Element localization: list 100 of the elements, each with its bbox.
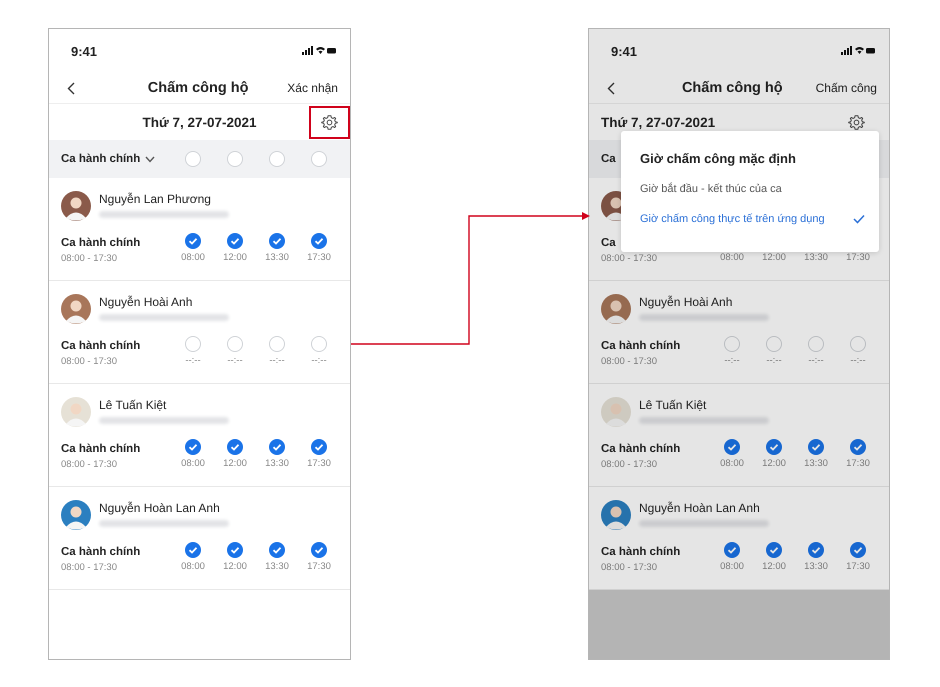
shift-hours: 08:00 - 17:30 xyxy=(601,356,658,367)
shift-name: Ca hành chính xyxy=(601,340,680,352)
check-time: 17:30 xyxy=(846,458,870,469)
settings-icon xyxy=(848,114,865,130)
avatar xyxy=(61,191,91,221)
shift-hours: 08:00 - 17:30 xyxy=(601,253,657,264)
check-time: 12:00 xyxy=(223,252,247,263)
check-checkbox[interactable] xyxy=(850,542,866,558)
check-checkbox[interactable] xyxy=(850,336,866,352)
check-checkbox[interactable] xyxy=(808,542,824,558)
check-time: 08:00 xyxy=(720,252,744,263)
check-checkbox[interactable] xyxy=(311,542,327,558)
check-checkbox[interactable] xyxy=(185,439,201,455)
menu-option[interactable]: Giờ bắt đầu - kết thúc của ca xyxy=(640,178,865,200)
menu-option[interactable]: Giờ chấm công thực tế trên ứng dụng xyxy=(640,208,865,230)
status-icons xyxy=(841,46,875,56)
shift-hours: 08:00 - 17:30 xyxy=(61,562,118,573)
check-checkbox[interactable] xyxy=(311,439,327,455)
status-icons xyxy=(302,46,336,56)
check-checkbox[interactable] xyxy=(185,542,201,558)
check-checkbox[interactable] xyxy=(724,542,740,558)
check-time: 08:00 xyxy=(720,458,744,469)
avatar xyxy=(61,397,91,427)
shift-name: Ca hành chính xyxy=(601,546,680,558)
shift-hours: 08:00 - 17:30 xyxy=(601,562,658,573)
action-button[interactable]: Chấm công xyxy=(816,81,877,95)
avatar xyxy=(61,500,91,530)
employee-name: Nguyễn Hoàn Lan Anh xyxy=(639,501,761,515)
employee-name: Nguyễn Hoài Anh xyxy=(639,295,734,309)
check-time: 08:00 xyxy=(720,561,744,572)
check-checkbox[interactable] xyxy=(766,439,782,455)
check-time: --:-- xyxy=(766,355,782,366)
settings-button[interactable] xyxy=(309,106,350,138)
check-checkbox[interactable] xyxy=(269,542,285,558)
action-button[interactable]: Xác nhận xyxy=(287,81,338,95)
avatar xyxy=(601,294,631,324)
check-checkbox[interactable] xyxy=(766,336,782,352)
check-time: 12:00 xyxy=(762,458,786,469)
check-time: --:-- xyxy=(311,355,327,366)
check-checkbox[interactable] xyxy=(850,439,866,455)
shift-name: Ca xyxy=(601,237,617,249)
check-checkbox[interactable] xyxy=(724,439,740,455)
check-time: --:-- xyxy=(808,355,824,366)
check-time: 17:30 xyxy=(846,561,870,572)
check-checkbox[interactable] xyxy=(808,336,824,352)
check-time: 13:30 xyxy=(804,561,828,572)
check-time: 13:30 xyxy=(265,252,289,263)
shift-hours: 08:00 - 17:30 xyxy=(61,253,118,264)
check-checkbox[interactable] xyxy=(808,439,824,455)
select-all-checkbox[interactable] xyxy=(269,151,285,167)
check-time: 17:30 xyxy=(307,458,331,469)
status-time: 9:41 xyxy=(611,44,638,58)
check-time: 13:30 xyxy=(804,458,828,469)
shift-dropdown[interactable]: Ca xyxy=(601,153,616,165)
check-time: 08:00 xyxy=(181,561,205,572)
shift-hours: 08:00 - 17:30 xyxy=(61,459,118,470)
employee-name: Lê Tuấn Kiệt xyxy=(639,398,708,412)
check-checkbox[interactable] xyxy=(185,336,201,352)
popup-title: Giờ chấm công mặc định xyxy=(640,151,797,166)
check-checkbox[interactable] xyxy=(311,233,327,249)
shift-name: Ca hành chính xyxy=(61,237,140,249)
check-checkbox[interactable] xyxy=(227,542,243,558)
check-checkbox[interactable] xyxy=(269,233,285,249)
date-label: Thứ 7, 27-07-2021 xyxy=(601,114,716,130)
employee-name: Lê Tuấn Kiệt xyxy=(99,398,168,412)
screen-title: Chấm công hộ xyxy=(148,80,248,96)
check-checkbox[interactable] xyxy=(311,336,327,352)
check-time: --:-- xyxy=(269,355,285,366)
check-time: 13:30 xyxy=(804,252,828,263)
check-checkbox[interactable] xyxy=(724,336,740,352)
check-time: 13:30 xyxy=(265,458,289,469)
select-all-checkbox[interactable] xyxy=(311,151,327,167)
select-all-checkbox[interactable] xyxy=(227,151,243,167)
shift-name: Ca hành chính xyxy=(61,340,140,352)
check-checkbox[interactable] xyxy=(269,336,285,352)
check-time: --:-- xyxy=(185,355,201,366)
check-time: --:-- xyxy=(850,355,866,366)
check-time: 17:30 xyxy=(307,561,331,572)
shift-hours: 08:00 - 17:30 xyxy=(61,356,118,367)
back-icon xyxy=(67,82,75,94)
avatar xyxy=(601,500,631,530)
check-checkbox[interactable] xyxy=(766,542,782,558)
check-time: --:-- xyxy=(724,355,740,366)
employee-name: Nguyễn Hoàn Lan Anh xyxy=(99,501,221,515)
check-checkbox[interactable] xyxy=(185,233,201,249)
status-time: 9:41 xyxy=(71,44,98,58)
check-time: 08:00 xyxy=(181,252,205,263)
shift-hours: 08:00 - 17:30 xyxy=(601,459,658,470)
avatar xyxy=(601,397,631,427)
check-checkbox[interactable] xyxy=(227,233,243,249)
check-checkbox[interactable] xyxy=(269,439,285,455)
check-checkbox[interactable] xyxy=(227,336,243,352)
check-time: 08:00 xyxy=(181,458,205,469)
settings-icon xyxy=(321,114,338,130)
checkmark-icon xyxy=(853,214,865,224)
select-all-checkbox[interactable] xyxy=(185,151,201,167)
check-time: 12:00 xyxy=(223,561,247,572)
check-checkbox[interactable] xyxy=(227,439,243,455)
shift-dropdown[interactable]: Ca hành chính xyxy=(61,153,140,165)
check-time: 12:00 xyxy=(762,252,786,263)
